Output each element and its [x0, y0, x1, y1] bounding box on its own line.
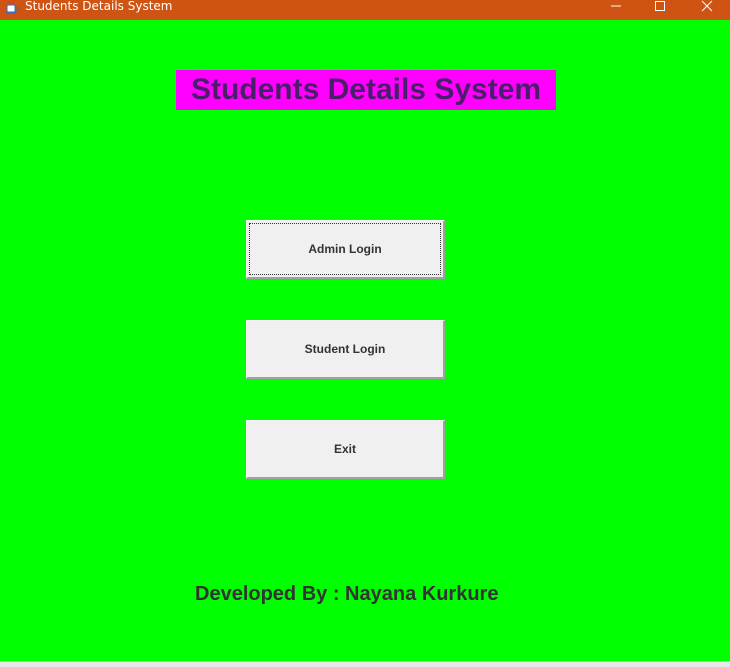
window-title: Students Details System: [25, 0, 173, 13]
exit-label: Exit: [333, 442, 356, 456]
developer-credit: Developed By : Nayana Kurkure: [195, 583, 499, 605]
minimize-button[interactable]: [601, 0, 631, 12]
app-window: Students Details System Students Details…: [0, 0, 730, 667]
main-panel: Students Details System Admin Login Stud…: [0, 20, 730, 661]
maximize-button[interactable]: [645, 0, 675, 12]
title-bar[interactable]: Students Details System: [0, 0, 730, 20]
page-title: Students Details System: [176, 70, 556, 110]
minimize-icon: [611, 5, 621, 7]
admin-login-button[interactable]: Admin Login: [246, 220, 445, 279]
exit-button[interactable]: Exit: [246, 420, 445, 479]
student-login-button[interactable]: Student Login: [246, 320, 445, 379]
close-icon: [701, 0, 713, 12]
maximize-icon: [655, 1, 665, 11]
close-button[interactable]: [692, 0, 722, 12]
window-bottom-edge: [0, 661, 730, 667]
java-cup-icon[interactable]: [5, 0, 19, 14]
student-login-label: Student Login: [304, 342, 386, 356]
admin-login-label: Admin Login: [308, 242, 382, 256]
